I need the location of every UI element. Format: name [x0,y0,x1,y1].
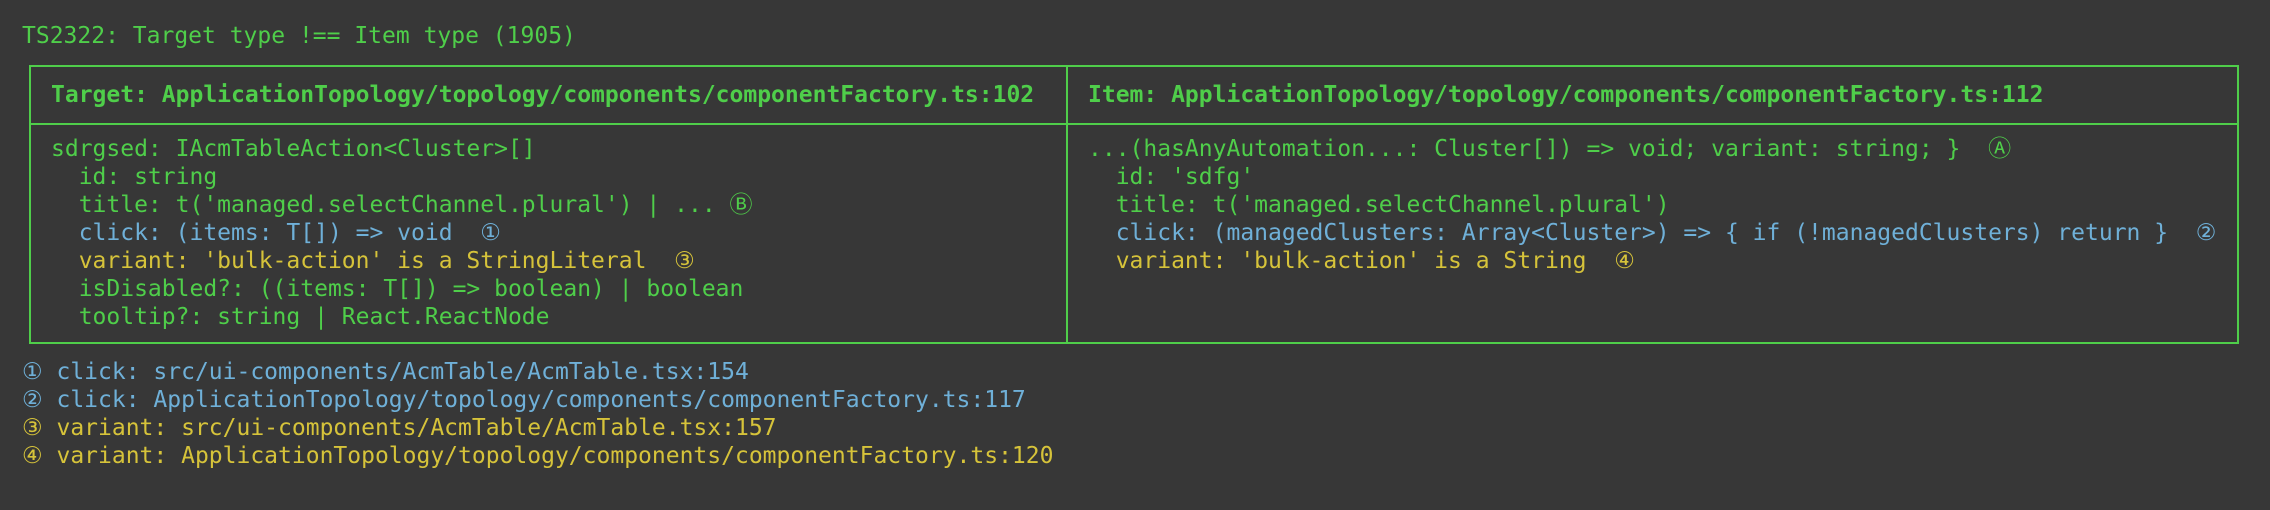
target-line: click: (items: T[]) => void ① [51,220,501,246]
item-line: id: 'sdfg' [1088,164,1255,190]
target-line: title: t('managed.selectChannel.plural')… [51,192,753,218]
item-body: ...(hasAnyAutomation...: Cluster[]) => v… [1088,135,2237,275]
item-line: click: (managedClusters: Array<Cluster>)… [1088,220,2217,246]
target-line: id: string [51,164,218,190]
footnote-link[interactable]: ④ variant: ApplicationTopology/topology/… [22,442,1053,470]
target-line: variant: 'bulk-action' is a StringLitera… [51,248,695,274]
target-line: sdrgsed: IAcmTableAction<Cluster>[] [51,136,536,162]
footnote-link[interactable]: ① click: src/ui-components/AcmTable/AcmT… [22,358,1053,386]
item-line: title: t('managed.selectChannel.plural') [1088,192,1670,218]
target-line: isDisabled?: ((items: T[]) => boolean) |… [51,276,744,302]
item-line: ...(hasAnyAutomation...: Cluster[]) => v… [1088,136,2012,162]
footnote-link[interactable]: ③ variant: src/ui-components/AcmTable/Ac… [22,414,1053,442]
target-line: tooltip?: string | React.ReactNode [51,304,550,330]
item-column: Item: ApplicationTopology/topology/compo… [1066,67,2237,342]
comparison-table: Target: ApplicationTopology/topology/com… [29,65,2239,344]
item-header-text[interactable]: Item: ApplicationTopology/topology/compo… [1088,81,2043,109]
item-header: Item: ApplicationTopology/topology/compo… [1068,67,2237,125]
error-title: TS2322: Target type !== Item type (1905) [22,23,576,49]
footnote-link[interactable]: ② click: ApplicationTopology/topology/co… [22,386,1053,414]
target-body: sdrgsed: IAcmTableAction<Cluster>[] id: … [51,135,1066,331]
item-line: variant: 'bulk-action' is a String ④ [1088,248,1635,274]
target-header: Target: ApplicationTopology/topology/com… [31,67,1066,125]
target-column: Target: ApplicationTopology/topology/com… [31,67,1066,342]
target-header-text[interactable]: Target: ApplicationTopology/topology/com… [51,81,1034,109]
footnotes: ① click: src/ui-components/AcmTable/AcmT… [22,358,1053,470]
